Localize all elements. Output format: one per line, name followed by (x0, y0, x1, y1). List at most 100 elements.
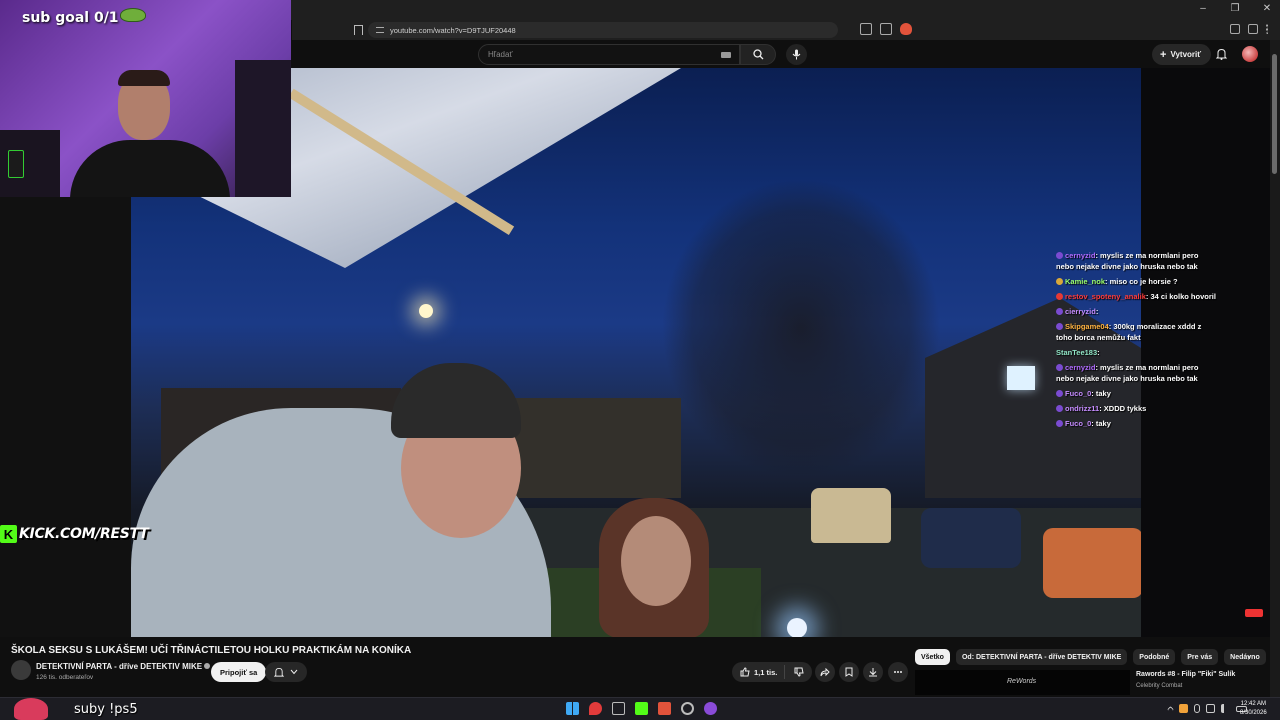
twitch-icon[interactable] (704, 702, 717, 715)
kick-logo-icon: K (0, 525, 17, 543)
address-bar: youtube.com/watch?v=D9TJUF20448 (292, 20, 1280, 40)
translate-icon[interactable] (860, 23, 872, 35)
voice-search-button[interactable] (786, 44, 807, 65)
search-input[interactable]: Hľadať (478, 44, 740, 65)
chat-message: Kamie_nok: miso co je horsie ? (1056, 276, 1216, 287)
bookmark-icon[interactable] (354, 25, 363, 35)
taskbar-apps (566, 702, 717, 715)
recommendation-title[interactable]: Rawords #8 - Filip "Fiki" Sulík (1136, 671, 1235, 678)
notifications-button[interactable] (1214, 46, 1228, 62)
tray-chevron-icon[interactable] (1166, 705, 1175, 714)
chat-username[interactable]: Fuco_0 (1065, 419, 1091, 428)
microphone-icon[interactable] (1194, 704, 1200, 713)
chat-separator: : (1095, 307, 1099, 316)
chat-username[interactable]: Skipgame04 (1065, 322, 1109, 331)
chat-message: cierryzid: (1056, 306, 1216, 317)
system-tray (1166, 704, 1247, 714)
filter-chip[interactable]: Všetko (915, 649, 950, 665)
xbox-icon[interactable] (612, 702, 625, 715)
more-horizontal-icon (894, 671, 902, 673)
chat-text: 34 ci kolko hovoril (1150, 292, 1216, 301)
media-icon[interactable] (1248, 24, 1258, 34)
restore-icon[interactable]: ❐ (1228, 3, 1242, 14)
chat-username[interactable]: Fuco_0 (1065, 389, 1091, 398)
close-icon[interactable]: ✕ (1260, 3, 1274, 14)
download-icon (869, 668, 877, 677)
create-label: Vytvoriť (1170, 50, 1202, 59)
window-controls: – ❐ ✕ (1196, 3, 1274, 14)
tray-app-icon[interactable] (1179, 704, 1188, 713)
chat-username[interactable]: Kamie_nok (1065, 277, 1105, 286)
settings-icon[interactable] (681, 702, 694, 715)
url-field[interactable]: youtube.com/watch?v=D9TJUF20448 (368, 22, 838, 38)
chat-username[interactable]: cernyzid (1065, 251, 1095, 260)
chat-badge-icon (1056, 420, 1063, 427)
maps-icon[interactable] (589, 702, 602, 715)
site-info-icon[interactable] (376, 27, 384, 33)
recommendation-channel[interactable]: Celebrity Combat (1136, 683, 1182, 689)
thumbnail-logo: ReWords (1007, 678, 1037, 685)
create-button[interactable]: + Vytvoriť (1152, 44, 1212, 65)
live-indicator (1245, 609, 1263, 617)
share-button[interactable] (815, 662, 835, 682)
kick-app-icon[interactable] (635, 702, 648, 715)
chat-badge-icon (1056, 252, 1063, 259)
chat-badge-icon (1056, 405, 1063, 412)
brave-icon[interactable] (658, 702, 671, 715)
download-button[interactable] (863, 662, 883, 682)
chat-username[interactable]: cierryzid (1065, 307, 1096, 316)
video-scene-flashlight (787, 618, 807, 637)
menu-icon[interactable] (1266, 24, 1270, 34)
clock-date: 8/30/2026 (1240, 710, 1267, 716)
video-scene-window (1007, 366, 1035, 390)
chat-text: miso co je horsie ? (1109, 277, 1178, 286)
verified-icon (204, 663, 211, 669)
dislike-button[interactable] (784, 665, 812, 679)
brave-shield-icon[interactable] (900, 23, 912, 35)
extensions-icon[interactable] (1230, 24, 1240, 34)
chat-message: Fuco_0: taky (1056, 388, 1216, 399)
chat-username[interactable]: restov_spoteny_analik (1065, 292, 1146, 301)
chevron-right-icon[interactable]: › (1242, 650, 1256, 664)
pepe-emote-icon (120, 8, 146, 22)
video-scene-streetlight (419, 304, 433, 318)
volume-icon[interactable] (1221, 704, 1230, 713)
chat-username[interactable]: ondrizz11 (1065, 404, 1099, 413)
search-button[interactable] (740, 44, 776, 65)
stream-bottom-text: suby !ps5 (74, 702, 138, 717)
network-icon[interactable] (1206, 704, 1215, 713)
account-avatar[interactable] (1242, 46, 1258, 62)
filter-chip[interactable]: Podobné (1133, 649, 1176, 665)
channel-avatar[interactable] (11, 660, 31, 680)
join-button[interactable]: Pripojiť sa (211, 662, 267, 682)
taskbar-clock[interactable]: 12:42 AM 8/30/2026 (1240, 700, 1267, 718)
chat-message: StanTee183: (1056, 347, 1216, 358)
chat-message: Fuco_0: taky (1056, 418, 1216, 429)
scrollbar-thumb[interactable] (1272, 54, 1277, 174)
channel-name[interactable]: DETEKTIVNÍ PARTA - dříve DETEKTIV MIKE (36, 662, 211, 671)
minimize-icon[interactable]: – (1196, 3, 1210, 14)
chat-badge-icon (1056, 293, 1063, 300)
chat-username[interactable]: cernyzid (1065, 363, 1095, 372)
subscription-notification-button[interactable] (265, 662, 307, 682)
keyboard-icon[interactable] (721, 52, 731, 58)
recommendation-thumbnail[interactable]: ReWords (915, 670, 1130, 695)
page-scrollbar[interactable] (1270, 40, 1280, 700)
like-button[interactable]: 1,1 tis. (732, 667, 784, 677)
chat-message: ondrizz11: XDDD tykks (1056, 403, 1216, 414)
url-text: youtube.com/watch?v=D9TJUF20448 (390, 25, 516, 35)
filter-chip[interactable]: Pre vás (1181, 649, 1219, 665)
save-button[interactable] (839, 662, 859, 682)
filter-chip[interactable]: Od: DETEKTIVNÍ PARTA - dříve DETEKTIV MI… (955, 649, 1128, 665)
stream-chat-overlay: cernyzid: myslis ze ma normlani pero neb… (1056, 250, 1216, 433)
more-actions-button[interactable] (888, 662, 908, 682)
bell-icon (274, 667, 284, 677)
chat-message: cernyzid: myslis ze ma normlani pero neb… (1056, 250, 1216, 272)
streamer-hair (118, 70, 170, 86)
cast-icon[interactable] (880, 23, 892, 35)
windows-start-icon[interactable] (566, 702, 579, 715)
search-placeholder: Hľadať (488, 50, 513, 59)
chevron-down-icon (290, 669, 298, 675)
chat-username[interactable]: StanTee183 (1056, 348, 1097, 357)
channel-name-text[interactable]: DETEKTIVNÍ PARTA - dříve DETEKTIV MIKE (36, 662, 202, 671)
